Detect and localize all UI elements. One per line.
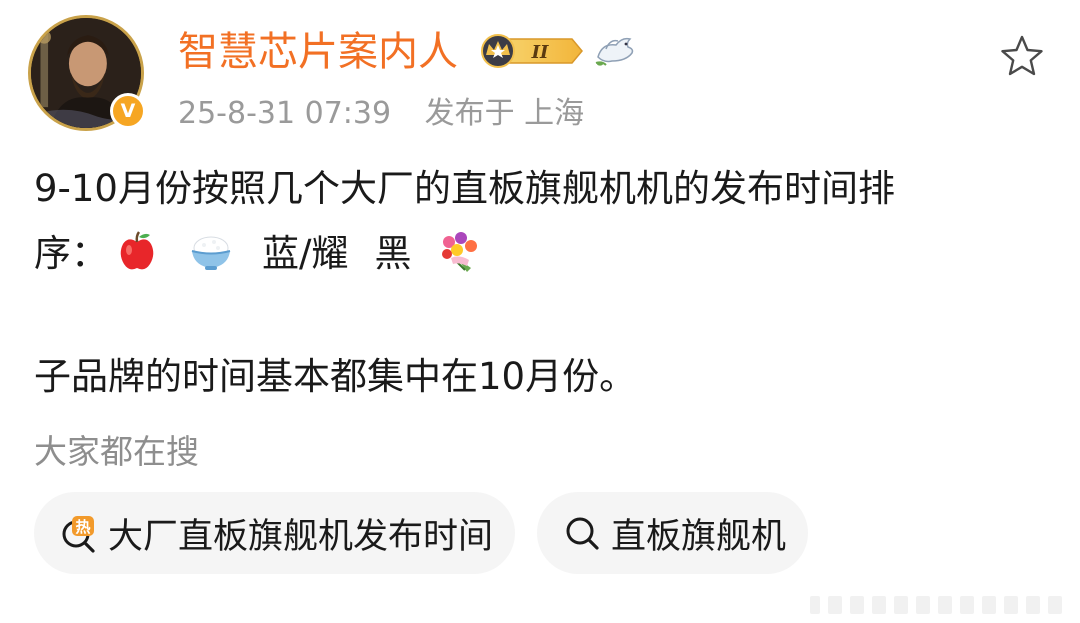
post-location: 发布于 上海 [424, 96, 585, 131]
svg-text:热: 热 [75, 518, 90, 536]
post-text-prefix: 序： [34, 232, 108, 275]
search-chip-label: 直板旗舰机 [611, 516, 787, 557]
rank-badge-icon: II [481, 34, 583, 68]
search-chip-hot[interactable]: 热 大厂直板旗舰机发布时间 [34, 492, 515, 574]
apple-emoji-icon [120, 231, 154, 270]
rice-bowl-emoji-icon [191, 236, 231, 270]
post-text-line-2: 序： 蓝/耀黑 [34, 228, 483, 279]
search-chip[interactable]: 直板旗舰机 [537, 492, 808, 574]
search-icon [566, 517, 599, 550]
watermark-logo [810, 596, 1062, 614]
post-text-brands: 蓝/耀 [262, 232, 349, 275]
hot-search-icon: 热 [62, 516, 95, 553]
bouquet-emoji-icon [442, 232, 478, 272]
username[interactable]: 智慧芯片案内人 [178, 26, 458, 78]
search-section-label: 大家都在搜 [34, 432, 199, 471]
post-timestamp: 25-8-31 07:39 [178, 96, 392, 131]
avatar[interactable]: V [26, 13, 148, 135]
dove-icon [595, 37, 634, 66]
rank-badge-label: II [531, 42, 549, 63]
post-text-line-1: 9-10月份按照几个大厂的直板旗舰机机的发布时间排 [34, 167, 895, 210]
verified-badge-icon: V [110, 93, 146, 129]
post-text-line-3: 子品牌的时间基本都集中在10月份。 [34, 355, 637, 398]
post-meta: 25-8-31 07:39 发布于 上海 [178, 94, 584, 134]
favorite-star-button[interactable] [998, 33, 1046, 79]
post-text-black: 黑 [374, 232, 412, 275]
search-chip-label: 大厂直板旗舰机发布时间 [108, 516, 494, 557]
